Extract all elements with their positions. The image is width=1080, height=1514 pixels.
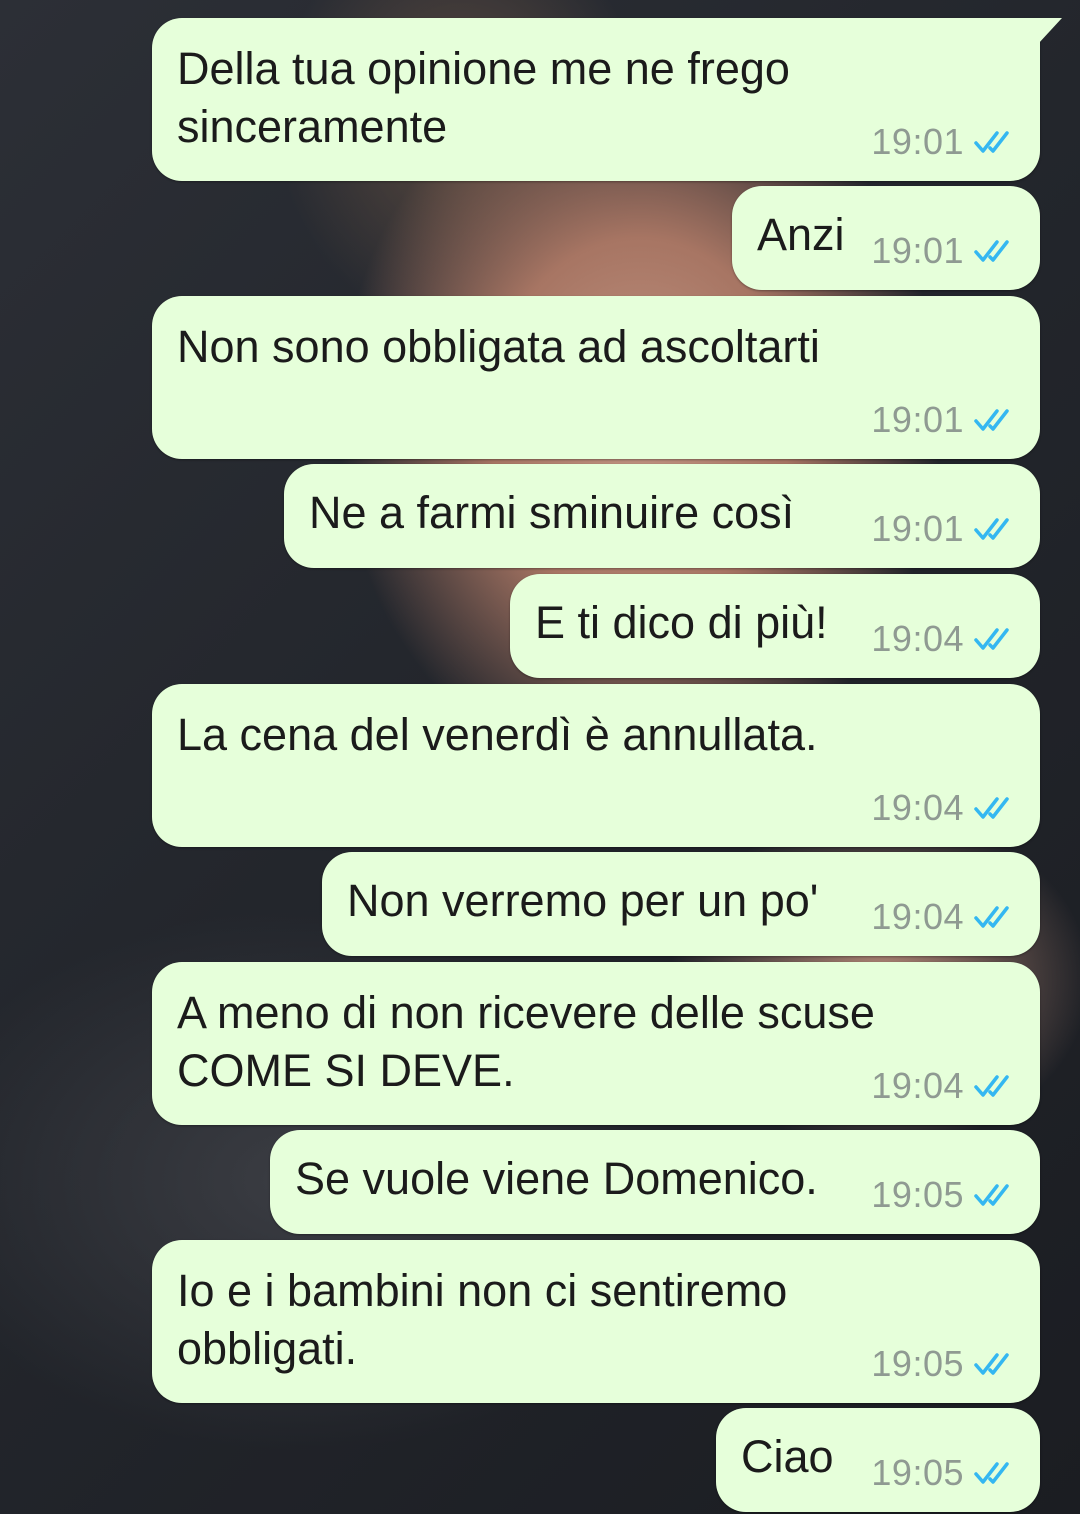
message-bubble[interactable]: Se vuole viene Domenico. 19:05 bbox=[270, 1130, 1040, 1234]
message-meta: 19:01 bbox=[871, 508, 1018, 550]
message-text: Ne a farmi sminuire così bbox=[309, 487, 795, 538]
double-check-read-icon bbox=[974, 906, 1009, 928]
message-meta: 19:04 bbox=[871, 618, 1018, 660]
message-list[interactable]: Della tua opinione me ne frego sincerame… bbox=[0, 0, 1080, 1514]
message-bubble[interactable]: A meno di non ricevere delle scuse COME … bbox=[152, 962, 1040, 1125]
message-time: 19:01 bbox=[871, 230, 964, 271]
double-check-read-icon bbox=[974, 1075, 1009, 1097]
message-text: A meno di non ricevere delle scuse COME … bbox=[177, 987, 875, 1096]
message-meta: 19:04 bbox=[871, 1065, 1018, 1107]
message-bubble[interactable]: Della tua opinione me ne frego sincerame… bbox=[152, 18, 1062, 181]
message-text: Non verremo per un po' bbox=[347, 875, 819, 926]
message-bubble[interactable]: E ti dico di più! 19:04 bbox=[510, 574, 1040, 678]
double-check-read-icon bbox=[974, 628, 1009, 650]
message-bubble[interactable]: Ne a farmi sminuire così 19:01 bbox=[284, 464, 1040, 568]
message-bubble[interactable]: Non verremo per un po' 19:04 bbox=[322, 852, 1040, 956]
message-time: 19:04 bbox=[871, 618, 964, 659]
message-time: 19:04 bbox=[871, 896, 964, 937]
double-check-read-icon bbox=[974, 1462, 1009, 1484]
message-time: 19:01 bbox=[871, 399, 964, 440]
message-text: Della tua opinione me ne frego sincerame… bbox=[177, 43, 790, 152]
message-time: 19:04 bbox=[871, 1065, 964, 1106]
double-check-read-icon bbox=[974, 518, 1009, 540]
message-bubble[interactable]: Io e i bambini non ci sentiremo obbligat… bbox=[152, 1240, 1040, 1403]
message-text: Se vuole viene Domenico. bbox=[295, 1153, 818, 1204]
message-bubble[interactable]: Non sono obbligata ad ascoltarti 19:01 bbox=[152, 296, 1040, 459]
message-meta: 19:05 bbox=[871, 1174, 1018, 1216]
message-meta: 19:01 bbox=[871, 121, 1018, 163]
message-meta: 19:04 bbox=[871, 787, 1018, 829]
message-text: Io e i bambini non ci sentiremo obbligat… bbox=[177, 1265, 788, 1374]
message-bubble[interactable]: Anzi 19:01 bbox=[732, 186, 1040, 290]
message-meta: 19:05 bbox=[871, 1452, 1018, 1494]
message-time: 19:05 bbox=[871, 1343, 964, 1384]
double-check-read-icon bbox=[974, 131, 1009, 153]
double-check-read-icon bbox=[974, 1184, 1009, 1206]
message-time: 19:05 bbox=[871, 1452, 964, 1493]
message-text: E ti dico di più! bbox=[535, 597, 828, 648]
double-check-read-icon bbox=[974, 797, 1009, 819]
double-check-read-icon bbox=[974, 409, 1009, 431]
message-meta: 19:01 bbox=[871, 399, 1018, 441]
message-time: 19:01 bbox=[871, 508, 964, 549]
message-meta: 19:01 bbox=[871, 230, 1018, 272]
message-text: Ciao bbox=[741, 1431, 834, 1482]
message-text: Anzi bbox=[757, 209, 845, 260]
message-bubble[interactable]: La cena del venerdì è annullata. 19:04 bbox=[152, 684, 1040, 847]
message-bubble[interactable]: Ciao 19:05 bbox=[716, 1408, 1040, 1512]
message-time: 19:01 bbox=[871, 121, 964, 162]
message-text: La cena del venerdì è annullata. bbox=[177, 709, 818, 760]
message-meta: 19:05 bbox=[871, 1343, 1018, 1385]
double-check-read-icon bbox=[974, 240, 1009, 262]
bubble-tail bbox=[1038, 18, 1062, 44]
message-time: 19:05 bbox=[871, 1174, 964, 1215]
message-text: Non sono obbligata ad ascoltarti bbox=[177, 321, 820, 372]
double-check-read-icon bbox=[974, 1353, 1009, 1375]
message-time: 19:04 bbox=[871, 787, 964, 828]
message-meta: 19:04 bbox=[871, 896, 1018, 938]
